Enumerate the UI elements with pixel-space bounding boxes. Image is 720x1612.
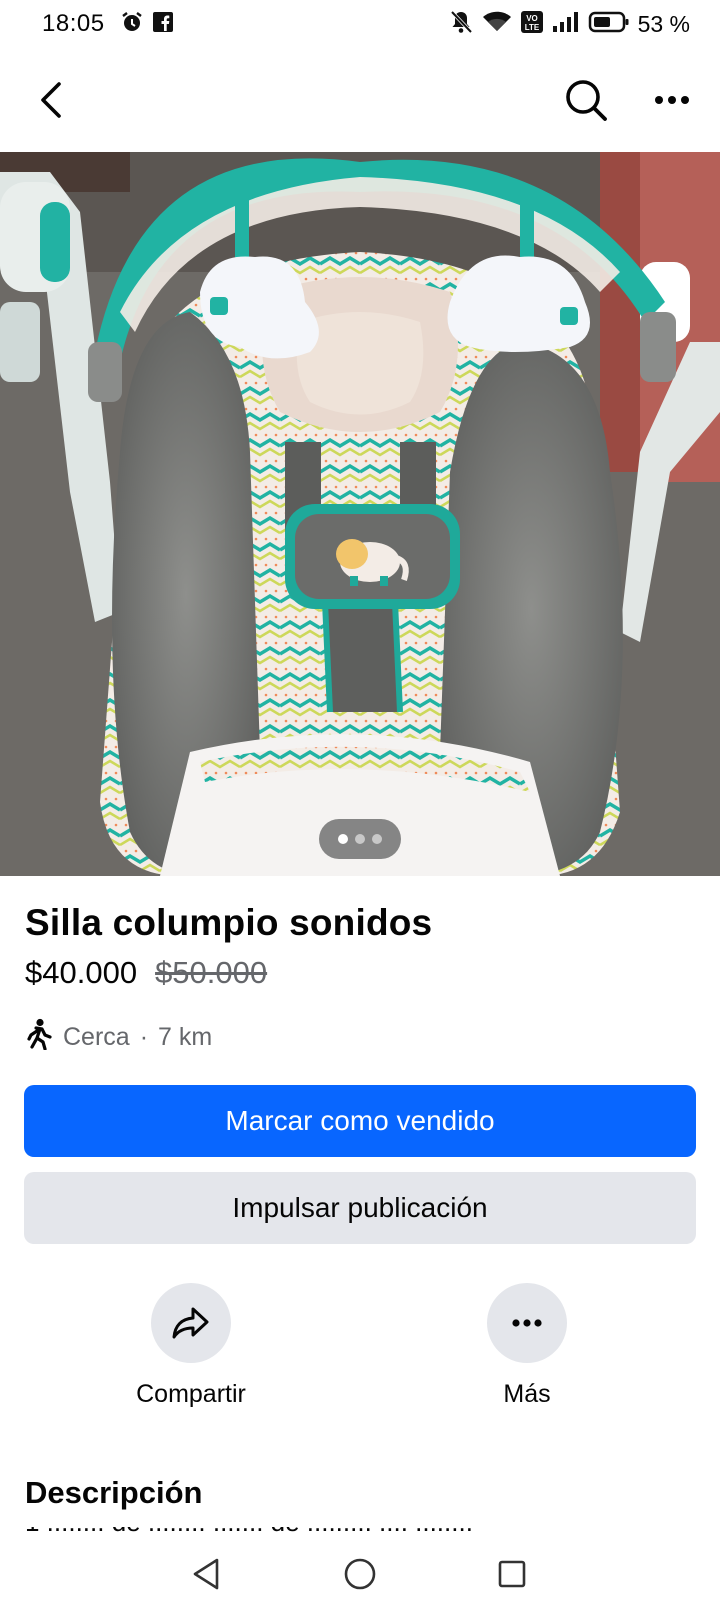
price-row: $40.000 $50.000 — [25, 955, 267, 991]
more-icon — [512, 1319, 542, 1327]
location-separator: · — [139, 1023, 149, 1051]
svg-text:LTE: LTE — [524, 23, 539, 32]
nav-recent-icon — [498, 1560, 526, 1588]
baby-swing-photo — [0, 152, 720, 876]
more-options-button[interactable] — [648, 76, 696, 124]
top-nav — [0, 48, 720, 152]
search-icon — [566, 80, 607, 121]
more-label: Más — [503, 1380, 551, 1408]
mute-icon — [448, 9, 474, 40]
system-nav-bar — [0, 1534, 720, 1612]
nav-home-button[interactable] — [340, 1554, 380, 1594]
listing-title: Silla columpio sonidos — [25, 902, 433, 943]
signal-icon — [552, 10, 580, 39]
back-icon — [41, 82, 61, 118]
walking-icon — [25, 1018, 53, 1057]
battery-percent: 53 % — [637, 11, 690, 37]
more-action[interactable]: Más — [427, 1283, 627, 1409]
more-icon — [655, 96, 689, 104]
distance: 7 km — [158, 1023, 213, 1051]
mark-as-sold-button[interactable]: Marcar como vendido — [24, 1085, 696, 1157]
svg-text:VO: VO — [526, 14, 538, 23]
more-button[interactable] — [487, 1283, 567, 1363]
pager-dot[interactable] — [338, 834, 348, 844]
listing-photo[interactable] — [0, 152, 720, 876]
nav-back-icon — [193, 1558, 219, 1590]
share-action[interactable]: Compartir — [91, 1283, 291, 1409]
battery-icon — [588, 10, 630, 39]
facebook-icon — [152, 11, 174, 38]
alarm-icon — [120, 10, 144, 39]
nav-home-icon — [344, 1558, 376, 1590]
location-row: Cerca · 7 km — [25, 1018, 212, 1057]
location-label: Cerca — [63, 1023, 130, 1051]
current-price: $40.000 — [25, 955, 138, 990]
share-button[interactable] — [151, 1283, 231, 1363]
nav-recent-button[interactable] — [492, 1554, 532, 1594]
nav-back-button[interactable] — [186, 1554, 226, 1594]
back-button[interactable] — [26, 76, 74, 124]
pager-dot[interactable] — [355, 834, 365, 844]
share-icon — [172, 1307, 209, 1339]
share-label: Compartir — [136, 1380, 246, 1408]
status-time: 18:05 — [42, 10, 105, 37]
boost-listing-button[interactable]: Impulsar publicación — [24, 1172, 696, 1244]
photo-pager[interactable] — [319, 819, 401, 859]
wifi-icon — [482, 10, 512, 39]
volte-icon: VO LTE — [520, 10, 544, 39]
search-button[interactable] — [560, 74, 612, 126]
original-price: $50.000 — [155, 955, 268, 990]
description-heading: Descripción — [25, 1475, 203, 1510]
pager-dot[interactable] — [372, 834, 382, 844]
status-bar: 18:05 VO LTE 53 % — [0, 0, 720, 48]
